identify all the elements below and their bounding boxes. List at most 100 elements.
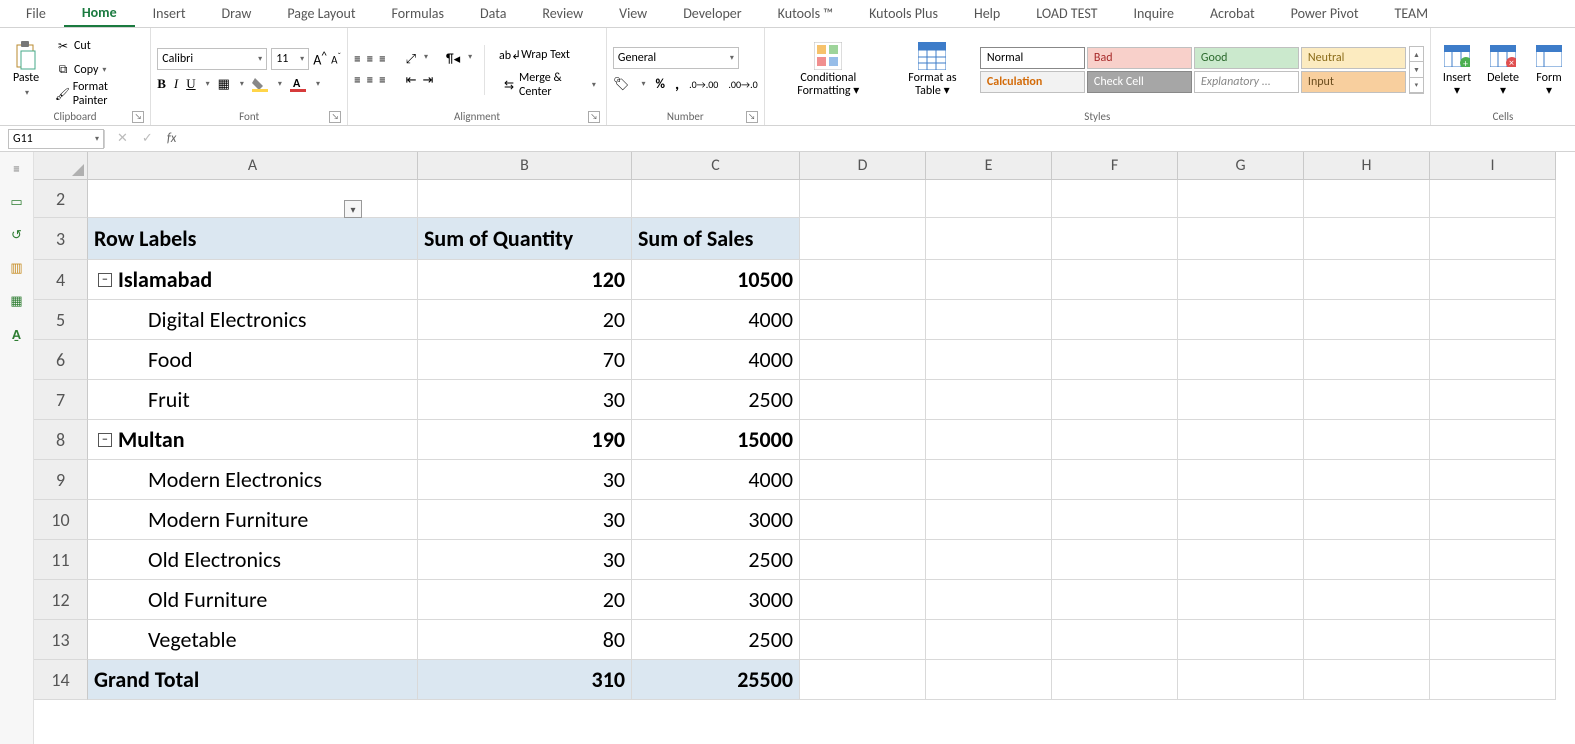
row-header-2[interactable]: 2	[34, 180, 88, 218]
tab-inquire[interactable]: Inquire	[1115, 1, 1191, 26]
scroll-down-icon[interactable]: ▼	[1410, 62, 1423, 77]
number-format-combo[interactable]: General▾	[613, 47, 739, 69]
bold-button[interactable]: B	[157, 76, 166, 92]
align-left-icon[interactable]: ≡	[354, 73, 360, 88]
col-header-H[interactable]: H	[1304, 152, 1430, 180]
tab-insert[interactable]: Insert	[135, 1, 204, 26]
tab-formulas[interactable]: Formulas	[374, 1, 462, 26]
cell[interactable]	[926, 540, 1052, 580]
tab-review[interactable]: Review	[524, 1, 601, 26]
cell[interactable]	[1178, 260, 1304, 300]
sidepanel-column-icon[interactable]: ▦	[10, 294, 22, 309]
font-name-combo[interactable]: Calibri▾	[157, 48, 267, 70]
style-explanatory[interactable]: Explanatory ...	[1194, 71, 1299, 93]
style-input[interactable]: Input	[1301, 71, 1406, 93]
underline-button[interactable]: U	[186, 76, 195, 92]
tab-power-pivot[interactable]: Power Pivot	[1273, 1, 1377, 26]
cell[interactable]: 2500	[632, 380, 800, 420]
cell[interactable]: 3000	[632, 500, 800, 540]
cell[interactable]: 80	[418, 620, 632, 660]
cell[interactable]: Sum of Sales	[632, 218, 800, 260]
cell[interactable]	[800, 218, 926, 260]
style-check-cell[interactable]: Check Cell	[1087, 71, 1192, 93]
cell[interactable]: Modern Furniture	[88, 500, 418, 540]
cell[interactable]: −Multan	[88, 420, 418, 460]
cell[interactable]	[418, 180, 632, 218]
col-header-B[interactable]: B	[418, 152, 632, 180]
pivot-filter-button[interactable]: ▾	[344, 200, 362, 218]
cell[interactable]	[800, 380, 926, 420]
cell[interactable]	[926, 620, 1052, 660]
col-header-D[interactable]: D	[800, 152, 926, 180]
cell[interactable]	[1430, 340, 1556, 380]
cell[interactable]	[800, 340, 926, 380]
cell[interactable]	[1178, 660, 1304, 700]
cell[interactable]: −Islamabad	[88, 260, 418, 300]
cell[interactable]	[1304, 540, 1430, 580]
cell[interactable]	[1430, 580, 1556, 620]
align-right-icon[interactable]: ≡	[379, 73, 385, 88]
tab-help[interactable]: Help	[956, 1, 1018, 26]
cell[interactable]	[926, 580, 1052, 620]
decrease-indent-icon[interactable]: ⇤	[406, 73, 417, 88]
tab-page-layout[interactable]: Page Layout	[269, 1, 373, 26]
cell[interactable]	[1304, 300, 1430, 340]
cell[interactable]	[1430, 300, 1556, 340]
tab-team[interactable]: TEAM	[1377, 1, 1447, 26]
cell[interactable]: 20	[418, 580, 632, 620]
cell[interactable]	[800, 180, 926, 218]
row-header-13[interactable]: 13	[34, 620, 88, 660]
cell[interactable]	[1052, 580, 1178, 620]
cell[interactable]	[926, 380, 1052, 420]
style-good[interactable]: Good	[1194, 47, 1299, 69]
format-painter-button[interactable]: 🖌 Format Painter	[50, 82, 144, 106]
cell[interactable]: Sum of Quantity	[418, 218, 632, 260]
cell[interactable]	[800, 540, 926, 580]
enter-icon[interactable]: ✓	[142, 131, 153, 146]
col-header-E[interactable]: E	[926, 152, 1052, 180]
cell[interactable]	[1304, 260, 1430, 300]
name-box[interactable]: G11▾	[8, 129, 104, 149]
cancel-icon[interactable]: ✕	[117, 131, 128, 146]
rtl-button[interactable]: ¶◂	[446, 52, 460, 67]
cell[interactable]: 20	[418, 300, 632, 340]
row-header-12[interactable]: 12	[34, 580, 88, 620]
cell[interactable]	[800, 660, 926, 700]
row-header-10[interactable]: 10	[34, 500, 88, 540]
cell[interactable]: Modern Electronics	[88, 460, 418, 500]
cell[interactable]	[1304, 660, 1430, 700]
cell[interactable]	[1430, 540, 1556, 580]
col-header-G[interactable]: G	[1178, 152, 1304, 180]
cell[interactable]	[926, 218, 1052, 260]
cell[interactable]	[800, 260, 926, 300]
col-header-A[interactable]: A	[88, 152, 418, 180]
cell[interactable]: 30	[418, 380, 632, 420]
cell[interactable]	[800, 300, 926, 340]
accounting-format-button[interactable]: 🏷	[613, 77, 630, 92]
increase-indent-icon[interactable]: ⇥	[422, 73, 433, 88]
wrap-text-button[interactable]: ab↲ Wrap Text	[497, 43, 600, 67]
percent-button[interactable]: %	[655, 77, 664, 92]
cell[interactable]	[1052, 460, 1178, 500]
cell[interactable]: 25500	[632, 660, 800, 700]
row-header-6[interactable]: 6	[34, 340, 88, 380]
cell[interactable]	[632, 180, 800, 218]
cell[interactable]	[1052, 540, 1178, 580]
font-color-button[interactable]: A	[290, 76, 306, 92]
cell[interactable]	[1178, 620, 1304, 660]
delete-button[interactable]: × Delete▾	[1481, 34, 1525, 106]
cell[interactable]: 70	[418, 340, 632, 380]
cell[interactable]: 3000	[632, 580, 800, 620]
cell[interactable]	[1178, 500, 1304, 540]
cell[interactable]: Old Electronics	[88, 540, 418, 580]
tab-view[interactable]: View	[601, 1, 665, 26]
formula-input[interactable]	[188, 129, 1575, 149]
row-header-3[interactable]: 3	[34, 218, 88, 260]
italic-button[interactable]: I	[174, 76, 178, 92]
cell[interactable]	[1052, 180, 1178, 218]
cut-button[interactable]: ✂ Cut	[50, 34, 144, 58]
cell[interactable]	[1430, 620, 1556, 660]
row-header-14[interactable]: 14	[34, 660, 88, 700]
cell[interactable]	[926, 420, 1052, 460]
tab-developer[interactable]: Developer	[665, 1, 759, 26]
